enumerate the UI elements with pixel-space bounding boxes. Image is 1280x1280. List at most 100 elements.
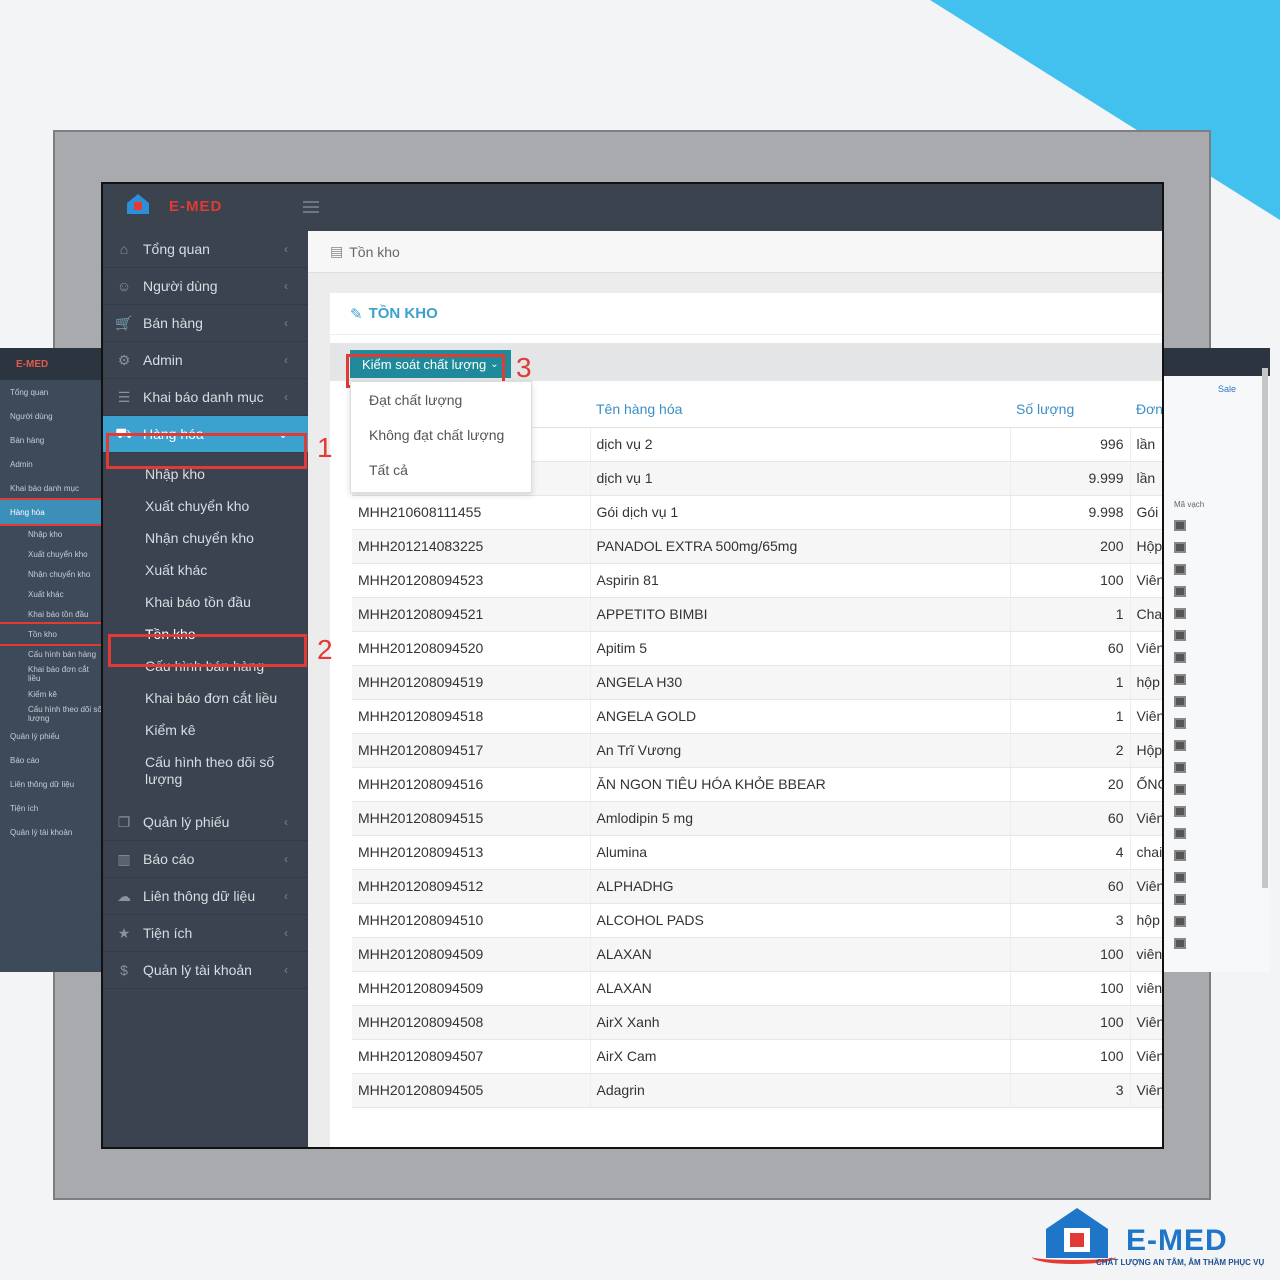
cell-unit: Viên (1130, 699, 1162, 734)
sidebar-item[interactable]: ☁ Liên thông dữ liệu ‹ (103, 878, 308, 915)
table-row[interactable]: MHH201208094521 APPETITO BIMBI 1 Chai (352, 597, 1162, 632)
cell-qty: 2 (1010, 733, 1131, 768)
chevron-left-icon: ‹ (284, 926, 288, 940)
sidebar-subitem[interactable]: Cấu hình theo dõi số lượng (103, 747, 308, 796)
barcode-icon (1174, 850, 1186, 861)
sidebar-item[interactable]: ☰ Khai báo danh mục ‹ (103, 379, 308, 416)
cell-name: Gói dịch vụ 1 (590, 495, 1011, 530)
sidebar-item[interactable]: ☺ Người dùng ‹ (103, 268, 308, 305)
barcode-icon (1174, 564, 1186, 575)
quality-control-menu: Đạt chất lượng Không đạt chất lượng Tất cả (350, 381, 532, 493)
cell-qty: 100 (1010, 1039, 1131, 1074)
gear-icon: ⚙ (117, 351, 131, 368)
cell-qty: 3 (1010, 903, 1131, 938)
bar-chart-icon: ▥ (117, 850, 131, 867)
logo-text: E-MED (169, 197, 223, 215)
table-row[interactable]: MHH201208094519 ANGELA H30 1 hộp (352, 665, 1162, 700)
breadcrumb: ▤ Tồn kho (308, 231, 1162, 273)
sidebar-subitem[interactable]: Kiểm kê (103, 715, 308, 747)
cell-unit: Viên (1130, 563, 1162, 598)
quality-option[interactable]: Tất cả (351, 452, 531, 487)
cell-code: MHH201208094510 (352, 903, 591, 938)
barcode-icon (1174, 784, 1186, 795)
barcode-icon (1174, 608, 1186, 619)
top-bar: E-MED (103, 184, 1162, 231)
cell-name: APPETITO BIMBI (590, 597, 1011, 632)
barcode-icon (1174, 520, 1186, 531)
sidebar-item[interactable]: ⌂ Tổng quan ‹ (103, 231, 308, 268)
cell-qty: 60 (1010, 801, 1131, 836)
table-row[interactable]: MHH201208094513 Alumina 4 chai (352, 835, 1162, 870)
brand-tagline: CHẤT LƯỢNG AN TÂM, ÂM THẦM PHỤC VỤ (1096, 1258, 1265, 1267)
table-row[interactable]: MHH201208094517 An Trĩ Vương 2 Hộp (352, 733, 1162, 768)
chevron-left-icon: ‹ (284, 963, 288, 977)
sidebar-item[interactable]: ★ Tiện ích ‹ (103, 915, 308, 952)
sidebar-item[interactable]: $ Quản lý tài khoản ‹ (103, 952, 308, 989)
step-2-highlight (108, 634, 307, 667)
sidebar-item[interactable]: ▥ Báo cáo ‹ (103, 841, 308, 878)
app-logo[interactable]: E-MED (121, 192, 222, 220)
background-nav-item: Nhận chuyển kho (28, 569, 91, 579)
sidebar-subitem[interactable]: Khai báo đơn cắt liều (103, 683, 308, 715)
cell-qty: 1 (1010, 699, 1131, 734)
sidebar-item-label: Báo cáo (143, 851, 195, 867)
col-qty[interactable]: Số lượng (1010, 391, 1130, 428)
cell-qty: 1 (1010, 597, 1131, 632)
cell-code: MHH201208094520 (352, 631, 591, 666)
table-row[interactable]: MHH201214083225 PANADOL EXTRA 500mg/65mg 2… (352, 529, 1162, 564)
cell-qty: 200 (1010, 529, 1131, 564)
breadcrumb-label: Tồn kho (349, 243, 400, 260)
table-row[interactable]: MHH201208094520 Apitim 5 60 Viên (352, 631, 1162, 666)
menu-toggle-icon[interactable] (303, 201, 319, 213)
sidebar-item[interactable]: ❐ Quản lý phiếu ‹ (103, 804, 308, 841)
table-row[interactable]: MHH201208094507 AirX Cam 100 Viên (352, 1039, 1162, 1074)
sidebar-subitem[interactable]: Xuất khác (103, 555, 308, 587)
table-row[interactable]: MHH201208094510 ALCOHOL PADS 3 hộp (352, 903, 1162, 938)
sidebar-item-label: Tiện ích (143, 925, 193, 941)
quality-option[interactable]: Không đạt chất lượng (351, 417, 531, 452)
sidebar-item-label: Liên thông dữ liệu (143, 888, 256, 904)
sidebar-subitem[interactable]: Nhận chuyển kho (103, 523, 308, 555)
cell-unit: ỐNG (1130, 767, 1162, 802)
cell-unit: Viên (1130, 801, 1162, 836)
chevron-left-icon: ‹ (284, 852, 288, 866)
cell-name: Amlodipin 5 mg (590, 801, 1011, 836)
step-3-number: 3 (516, 352, 532, 383)
cell-unit: lần (1130, 427, 1162, 462)
table-row[interactable]: MHH201208094509 ALAXAN 100 viên (352, 971, 1162, 1006)
cell-unit: Hộp (1130, 733, 1162, 768)
cell-code: MHH201208094523 (352, 563, 591, 598)
col-unit[interactable]: Đơn (1130, 391, 1162, 428)
background-barcode-header: Mã vạch (1174, 500, 1205, 509)
table-row[interactable]: MHH201208094512 ALPHADHG 60 Viên (352, 869, 1162, 904)
table-row[interactable]: MHH201208094508 AirX Xanh 100 Viên (352, 1005, 1162, 1040)
cell-qty: 9.998 (1010, 495, 1131, 530)
sidebar-subitem[interactable]: Khai báo tồn đầu (103, 587, 308, 619)
quality-option[interactable]: Đạt chất lượng (351, 382, 531, 417)
cell-name: dịch vụ 2 (590, 427, 1011, 462)
col-name[interactable]: Tên hàng hóa (590, 391, 1010, 428)
sidebar-item[interactable]: ⚙ Admin ‹ (103, 342, 308, 379)
table-row[interactable]: MHH201208094515 Amlodipin 5 mg 60 Viên (352, 801, 1162, 836)
table-row[interactable]: MHH201208094523 Aspirin 81 100 Viên (352, 563, 1162, 598)
cell-code: MHH201208094517 (352, 733, 591, 768)
table-row[interactable]: MHH210608111455 Gói dịch vụ 1 9.998 Gói (352, 495, 1162, 530)
background-nav-item: Tồn kho (0, 622, 104, 646)
cell-code: MHH201208094518 (352, 699, 591, 734)
table-row[interactable]: MHH201208094516 ĂN NGON TIÊU HÓA KHỎE BBE… (352, 767, 1162, 802)
table-row[interactable]: MHH201208094509 ALAXAN 100 viên (352, 937, 1162, 972)
table-row[interactable]: MHH201208094505 Adagrin 3 Viên (352, 1073, 1162, 1108)
background-sidebar: E-MED Tổng quan Người dùng Bán hàng Admin Kh… (0, 348, 104, 972)
cell-name: ALCOHOL PADS (590, 903, 1011, 938)
background-nav-item: Khai báo danh mục (10, 483, 79, 493)
cell-unit: Viên (1130, 869, 1162, 904)
cell-unit: Gói (1130, 495, 1162, 530)
sidebar-subitem[interactable]: Xuất chuyển kho (103, 491, 308, 523)
table-row[interactable]: MHH201208094518 ANGELA GOLD 1 Viên (352, 699, 1162, 734)
cell-code: MHH201208094508 (352, 1005, 591, 1040)
background-nav-item: Cấu hình theo dõi số lượng (28, 705, 102, 723)
cell-unit: lần (1130, 461, 1162, 496)
background-nav-item: Xuất chuyển kho (28, 549, 88, 559)
barcode-icon (1174, 872, 1186, 883)
sidebar-item[interactable]: 🛒 Bán hàng ‹ (103, 305, 308, 342)
